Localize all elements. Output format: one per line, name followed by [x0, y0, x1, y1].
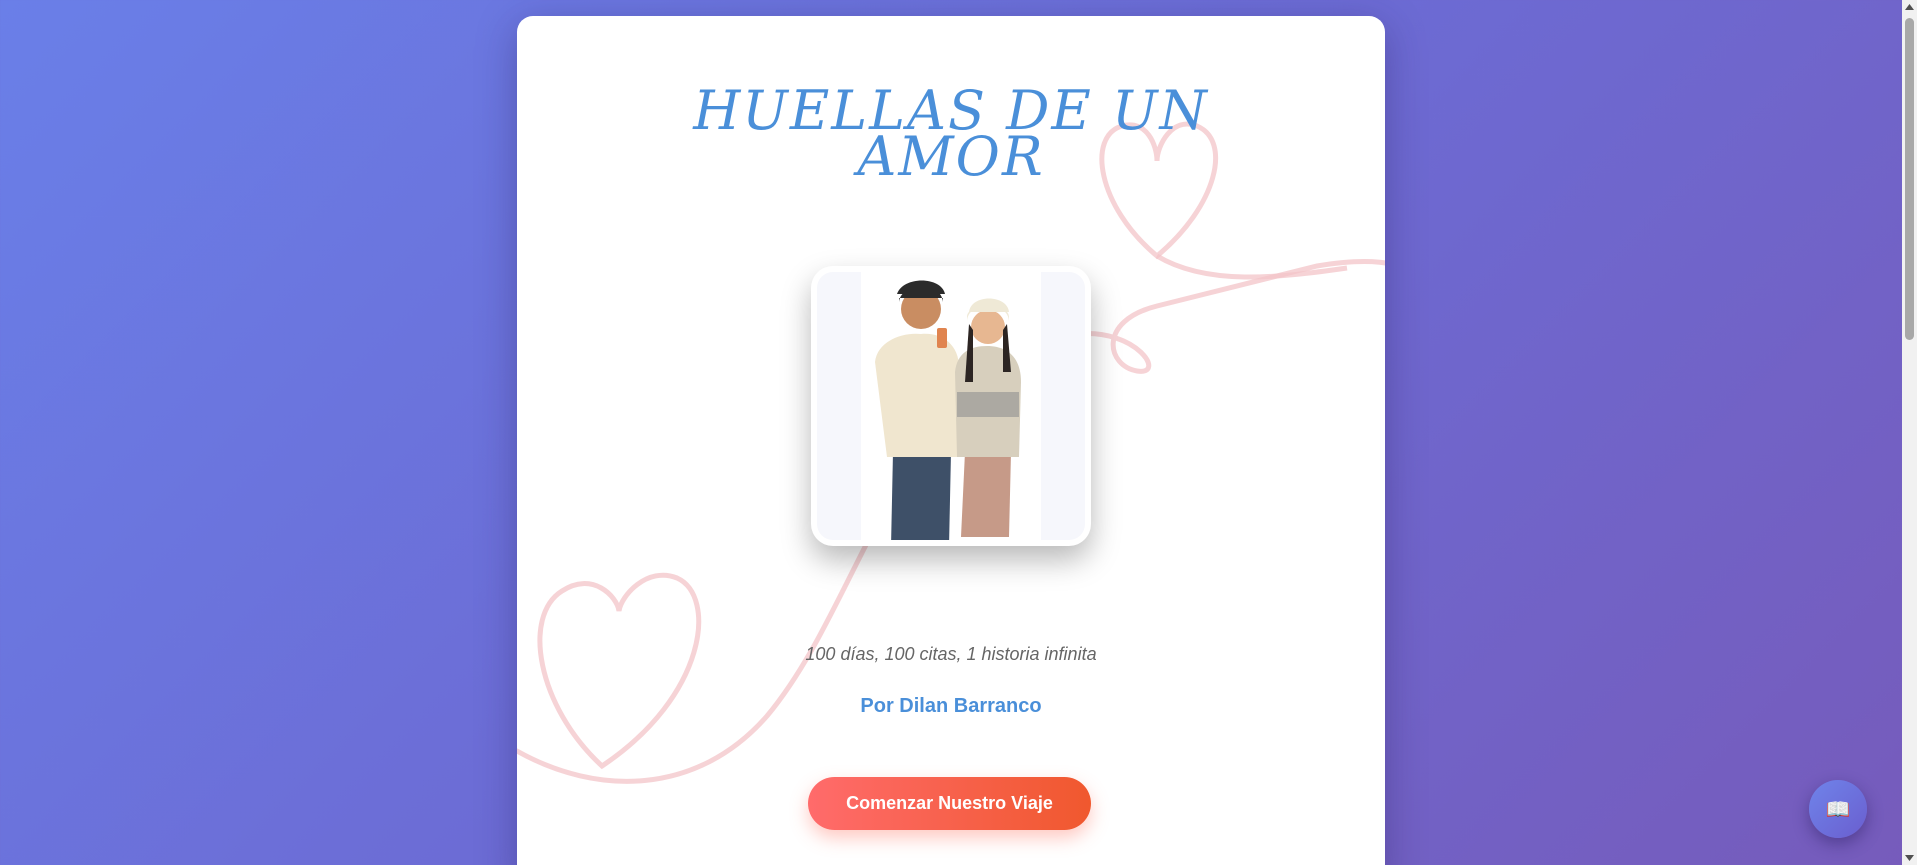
- tagline: 100 días, 100 citas, 1 historia infinita: [805, 644, 1097, 664]
- scrollbar-thumb[interactable]: [1905, 18, 1914, 340]
- scroll-down-arrow-icon[interactable]: [1902, 851, 1917, 865]
- couple-image: [861, 272, 1041, 540]
- author-byline: Por Dilan Barranco: [860, 695, 1042, 717]
- book-icon: 📖: [1825, 798, 1851, 821]
- vertical-scrollbar[interactable]: [1902, 0, 1917, 865]
- couple-illustration: [811, 266, 1091, 546]
- book-fab-button[interactable]: 📖: [1809, 780, 1867, 838]
- page-title: HUELLAS DE UN AMOR: [517, 84, 1385, 188]
- start-journey-button[interactable]: Comenzar Nuestro Viaje: [808, 777, 1091, 830]
- cover-card: HUELLAS DE UN AMOR 100 días, 100 citas, …: [517, 16, 1385, 865]
- scroll-up-arrow-icon[interactable]: [1902, 0, 1917, 14]
- title-line-2: AMOR: [857, 125, 1045, 188]
